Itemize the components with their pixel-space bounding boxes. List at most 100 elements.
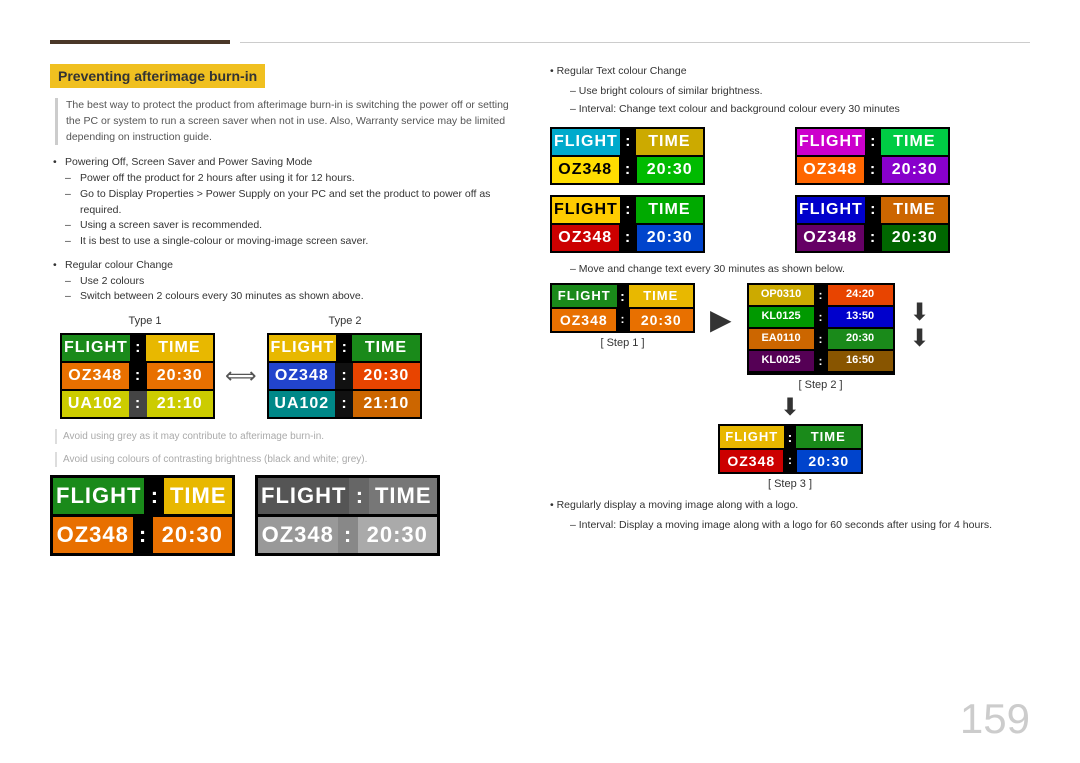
step3-colon1: :	[784, 426, 796, 448]
bullet-item-1: Powering Off, Screen Saver and Power Sav…	[65, 155, 520, 171]
t2-flight-label: FLIGHT	[269, 335, 337, 361]
right-bullet: Regular Text colour Change	[550, 64, 1030, 80]
cb3-time: TIME	[636, 197, 703, 223]
type1-row1: OZ348 : 20:30	[62, 363, 213, 389]
lb-green-2030: 20:30	[153, 517, 233, 553]
lb-green-colon2: :	[133, 517, 153, 553]
cb3-2030: 20:30	[637, 225, 704, 251]
t2-ua: UA102	[269, 391, 336, 417]
t1-oz: OZ348	[62, 363, 129, 389]
t1-flight-label: FLIGHT	[62, 335, 130, 361]
color-board-1: FLIGHT : TIME OZ348 : 20:30	[550, 127, 705, 185]
page: Preventing afterimage burn-in The best w…	[0, 0, 1080, 763]
cb4-flight: FLIGHT	[797, 197, 865, 223]
lb-grey-time: TIME	[369, 478, 437, 514]
step2-r2c2: 13:50	[828, 307, 893, 327]
color-boards-grid: FLIGHT : TIME OZ348 : 20:30 FLIGHT :	[550, 127, 1030, 253]
dash-item-1-4: It is best to use a single-colour or mov…	[80, 234, 520, 250]
arrow-down-3-icon: ⬇	[780, 396, 800, 420]
color-board-3: FLIGHT : TIME OZ348 : 20:30	[550, 195, 705, 253]
type2-header-row: FLIGHT : TIME	[269, 335, 420, 361]
cb2-oz: OZ348	[797, 157, 864, 183]
large-board-grey: FLIGHT : TIME OZ348 : 20:30	[255, 475, 440, 556]
cb1-colon2: :	[619, 157, 637, 183]
type1-row2: UA102 : 21:10	[62, 391, 213, 417]
type2-board: FLIGHT : TIME OZ348 : 20:30 UA102 : 21:1…	[267, 333, 422, 419]
step2-row2: KL0125 : 13:50	[749, 307, 893, 327]
step2-r2c1: KL0125	[749, 307, 814, 327]
t2-colon2: :	[335, 363, 353, 389]
step2-r3c1: EA0110	[749, 329, 814, 349]
exchange-arrow-icon: ⟺	[225, 363, 257, 389]
step2-row1: OP0310 : 24:20	[749, 285, 893, 305]
cb4-colon1: :	[865, 197, 881, 223]
step1-row: OZ348 : 20:30	[552, 309, 693, 331]
type1-label: Type 1	[60, 315, 230, 327]
step2-colon3: :	[814, 329, 828, 349]
cb4-row: OZ348 : 20:30	[797, 225, 948, 251]
lb-grey-2030: 20:30	[358, 517, 438, 553]
right-dash-2: Interval: Change text colour and backgro…	[570, 102, 1030, 118]
cb4-2030: 20:30	[882, 225, 949, 251]
cb2-row: OZ348 : 20:30	[797, 157, 948, 183]
step1-board: FLIGHT : TIME OZ348 : 20:30	[550, 283, 695, 333]
cb3-oz: OZ348	[552, 225, 619, 251]
cb1-time: TIME	[636, 129, 703, 155]
step3-label: [ Step 3 ]	[768, 478, 812, 490]
bottom-boards: FLIGHT : TIME OZ348 : 20:30 FLIGHT :	[50, 475, 520, 556]
large-board-green: FLIGHT : TIME OZ348 : 20:30	[50, 475, 235, 556]
step2-colon4: :	[814, 351, 828, 371]
move-text: Move and change text every 30 minutes as…	[570, 263, 1030, 275]
cb3-colon2: :	[619, 225, 637, 251]
cb4-header: FLIGHT : TIME	[797, 197, 948, 223]
lb-grey-row1: OZ348 : 20:30	[258, 517, 437, 553]
type1-header-row: FLIGHT : TIME	[62, 335, 213, 361]
cb3-header: FLIGHT : TIME	[552, 197, 703, 223]
bottom-dash: Interval: Display a moving image along w…	[570, 518, 1030, 534]
step1-label: [ Step 1 ]	[600, 337, 644, 349]
type2-row1: OZ348 : 20:30	[269, 363, 420, 389]
step2-r4c1: KL0025	[749, 351, 814, 371]
step3-colon2: :	[783, 450, 797, 472]
right-dash-1: Use bright colours of similar brightness…	[570, 84, 1030, 100]
t2-oz: OZ348	[269, 363, 336, 389]
step2-board: OP0310 : 24:20 KL0125 : 13:50 EA0110 :	[747, 283, 895, 375]
t2-colon3: :	[335, 391, 353, 417]
cb2-header: FLIGHT : TIME	[797, 129, 948, 155]
lb-green-row1: OZ348 : 20:30	[53, 517, 232, 553]
top-decoration	[50, 40, 1030, 44]
lb-grey-header: FLIGHT : TIME	[258, 478, 437, 514]
t2-2030: 20:30	[353, 363, 420, 389]
step2-r4c2: 16:50	[828, 351, 893, 371]
step-arrow-right-icon: ▶	[710, 303, 732, 336]
t1-time-label: TIME	[146, 335, 213, 361]
cb1-colon1: :	[620, 129, 636, 155]
step2-colon1: :	[814, 285, 828, 305]
section-title: Preventing afterimage burn-in	[50, 64, 265, 88]
step1-flight: FLIGHT	[552, 285, 617, 307]
bullet-item-2: Regular colour Change	[65, 258, 520, 274]
type-labels: Type 1 Type 2	[60, 315, 520, 327]
cb4-time: TIME	[881, 197, 948, 223]
step2-r3c2: 20:30	[828, 329, 893, 349]
lb-grey-colon1: :	[349, 478, 369, 514]
cb3-row: OZ348 : 20:30	[552, 225, 703, 251]
cb2-flight: FLIGHT	[797, 129, 865, 155]
color-board-2: FLIGHT : TIME OZ348 : 20:30	[795, 127, 950, 185]
lb-grey-flight: FLIGHT	[258, 478, 349, 514]
step1-colon2: :	[616, 309, 630, 331]
step2-row3: EA0110 : 20:30	[749, 329, 893, 349]
lb-green-colon1: :	[144, 478, 164, 514]
step3-time: TIME	[796, 426, 861, 448]
step2-r1c2: 24:20	[828, 285, 893, 305]
step3-area: ⬇ FLIGHT : TIME OZ348 : 20:30 [ Step 3 ]	[550, 396, 1030, 490]
page-number: 159	[960, 695, 1030, 743]
bullet-section-1: Powering Off, Screen Saver and Power Sav…	[50, 155, 520, 250]
t1-colon3: :	[129, 391, 147, 417]
color-board-4: FLIGHT : TIME OZ348 : 20:30	[795, 195, 950, 253]
type1-board: FLIGHT : TIME OZ348 : 20:30 UA102 : 21:1…	[60, 333, 215, 419]
dash-item-1-3: Using a screen saver is recommended.	[80, 218, 520, 234]
lb-green-time: TIME	[164, 478, 232, 514]
cb1-row: OZ348 : 20:30	[552, 157, 703, 183]
type2-label: Type 2	[260, 315, 430, 327]
